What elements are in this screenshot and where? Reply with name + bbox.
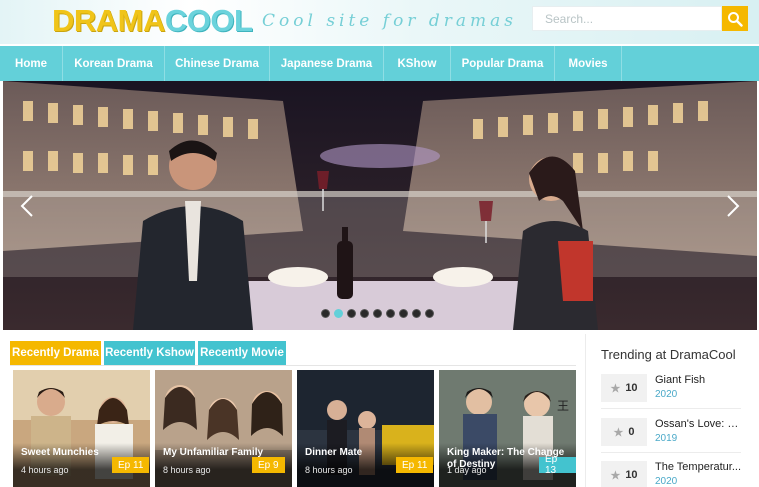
slider-pagination: [321, 309, 434, 318]
nav-korean-drama[interactable]: Korean Drama: [63, 46, 165, 81]
trending-name: Giant Fish: [655, 374, 706, 386]
drama-card[interactable]: Dinner Mate 8 hours ago Ep 11: [297, 370, 434, 487]
drama-card[interactable]: 王 King Maker: The Change of Destiny 1 da…: [439, 370, 576, 487]
rating-value: 10: [625, 382, 638, 394]
trending-item[interactable]: ★ 0 Ossan's Love: L... 2019: [601, 416, 741, 456]
tab-recently-movie[interactable]: Recently Movie: [198, 341, 286, 365]
slider-dot[interactable]: [347, 309, 356, 318]
slider-dot[interactable]: [321, 309, 330, 318]
slider-next-button[interactable]: [721, 191, 745, 221]
chevron-left-icon: [20, 195, 33, 217]
card-timestamp: 8 hours ago: [163, 465, 211, 475]
trending-year: 2019: [655, 433, 678, 444]
card-timestamp: 1 day ago: [447, 465, 487, 475]
search-button[interactable]: [722, 6, 748, 31]
rating-badge: ★ 0: [601, 418, 647, 446]
rating-value: 0: [628, 426, 635, 438]
card-timestamp: 4 hours ago: [21, 465, 69, 475]
trending-item[interactable]: ★ 10 Giant Fish 2020: [601, 372, 741, 412]
site-tagline: Cool site for dramas: [262, 11, 517, 31]
card-timestamp: 8 hours ago: [305, 465, 353, 475]
trending-name: Ossan's Love: L...: [655, 418, 741, 430]
star-icon: ★: [610, 469, 621, 482]
star-icon: ★: [610, 382, 621, 395]
episode-badge: Ep 11: [396, 457, 434, 473]
star-icon: ★: [613, 426, 624, 439]
nav-popular-drama[interactable]: Popular Drama: [451, 46, 555, 81]
hero-slider[interactable]: [3, 81, 757, 330]
slider-dot[interactable]: [360, 309, 369, 318]
slider-dot[interactable]: [399, 309, 408, 318]
slider-dot[interactable]: [425, 309, 434, 318]
drama-card[interactable]: My Unfamiliar Family 8 hours ago Ep 9: [155, 370, 292, 487]
nav-kshow[interactable]: KShow: [384, 46, 451, 81]
tab-recently-kshow[interactable]: Recently Kshow: [104, 341, 195, 365]
site-logo[interactable]: DRAMACOOL: [52, 3, 253, 38]
trending-year: 2020: [655, 476, 678, 487]
tab-divider: [10, 365, 576, 366]
column-divider: [585, 334, 586, 487]
episode-badge: Ep 9: [252, 457, 285, 473]
nav-movies[interactable]: Movies: [555, 46, 622, 81]
main-nav: Home Korean Drama Chinese Drama Japanese…: [0, 46, 759, 81]
episode-badge: Ep 13: [539, 454, 576, 476]
search-box: [532, 6, 722, 31]
nav-chinese-drama[interactable]: Chinese Drama: [165, 46, 270, 81]
rating-badge: ★ 10: [601, 374, 647, 402]
slider-dot[interactable]: [412, 309, 421, 318]
search-input[interactable]: [533, 7, 721, 30]
slider-dot[interactable]: [373, 309, 382, 318]
trending-year: 2020: [655, 389, 678, 400]
trending-separator: [601, 452, 741, 453]
rating-badge: ★ 10: [601, 461, 647, 487]
drama-card[interactable]: Sweet Munchies 4 hours ago Ep 11: [13, 370, 150, 487]
tab-recently-drama[interactable]: Recently Drama: [10, 341, 101, 365]
search-icon: [728, 11, 743, 27]
trending-name: The Temperatur...: [655, 461, 741, 473]
slider-dot-active[interactable]: [334, 309, 343, 318]
logo-part-drama: DRAMA: [52, 3, 165, 38]
nav-home[interactable]: Home: [0, 46, 63, 81]
trending-separator: [601, 408, 741, 409]
slider-dot[interactable]: [386, 309, 395, 318]
trending-item[interactable]: ★ 10 The Temperatur... 2020: [601, 459, 741, 487]
svg-text:王: 王: [557, 399, 569, 413]
slider-prev-button[interactable]: [15, 191, 39, 221]
rating-value: 10: [625, 469, 638, 481]
hero-slide-image: [3, 81, 757, 330]
episode-badge: Ep 11: [112, 457, 150, 473]
trending-title: Trending at DramaCool: [601, 347, 736, 362]
nav-japanese-drama[interactable]: Japanese Drama: [270, 46, 384, 81]
chevron-right-icon: [727, 195, 740, 217]
site-header: DRAMACOOL Cool site for dramas: [0, 0, 759, 44]
logo-part-cool: COOL: [164, 3, 253, 38]
